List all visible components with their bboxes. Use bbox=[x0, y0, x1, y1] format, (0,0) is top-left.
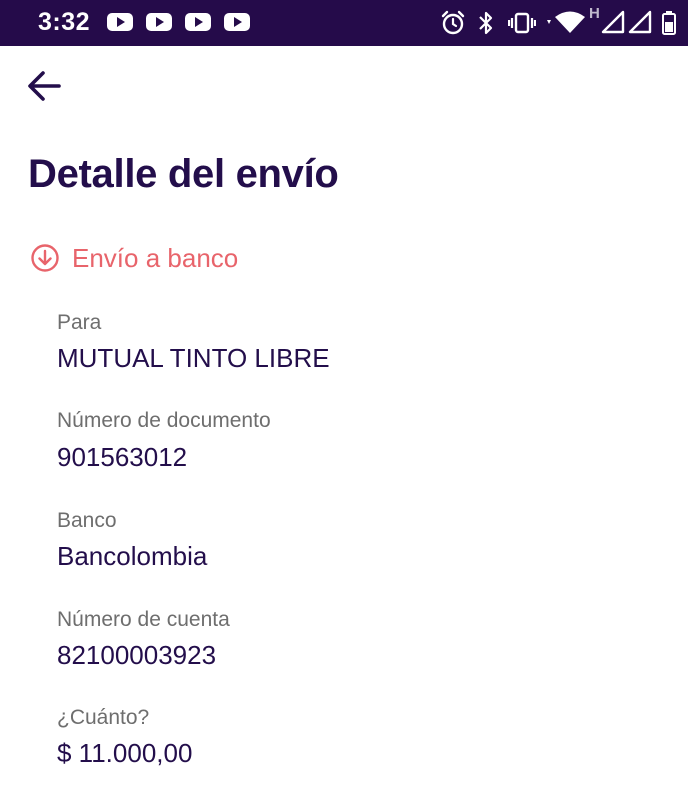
status-bar: 3:32 H bbox=[0, 0, 688, 46]
field-value: 82100003923 bbox=[57, 640, 217, 670]
youtube-icon bbox=[224, 13, 250, 31]
field-label: Número de documento bbox=[57, 409, 271, 432]
youtube-icon bbox=[107, 13, 133, 31]
field-value: Bancolombia bbox=[57, 541, 208, 571]
field-value: MUTUAL TINTO LIBRE bbox=[57, 343, 330, 373]
field-label: Número de cuenta bbox=[57, 608, 230, 631]
bluetooth-icon bbox=[479, 11, 493, 35]
status-time: 3:32 bbox=[38, 8, 91, 36]
back-arrow-icon[interactable] bbox=[24, 66, 64, 106]
youtube-icon bbox=[146, 13, 172, 31]
transfer-type: Envío a banco bbox=[30, 240, 238, 276]
field-label: Banco bbox=[57, 509, 117, 532]
youtube-icon bbox=[185, 13, 211, 31]
battery-icon bbox=[662, 11, 676, 35]
field-value: 901563012 bbox=[57, 442, 188, 472]
transfer-type-label: Envío a banco bbox=[72, 242, 239, 273]
field-label: ¿Cuánto? bbox=[57, 706, 150, 729]
signal-icon bbox=[628, 10, 652, 34]
field-value: $ 11.000,00 bbox=[57, 738, 193, 768]
page-title: Detalle del envío bbox=[28, 152, 339, 196]
wifi-icon bbox=[547, 11, 585, 33]
signal-icon bbox=[601, 10, 625, 34]
alarm-icon bbox=[441, 10, 465, 35]
arrow-down-circle-icon bbox=[31, 244, 59, 272]
vibrate-icon bbox=[508, 12, 536, 34]
network-type-label: H bbox=[589, 5, 600, 22]
field-label: Para bbox=[57, 311, 102, 334]
